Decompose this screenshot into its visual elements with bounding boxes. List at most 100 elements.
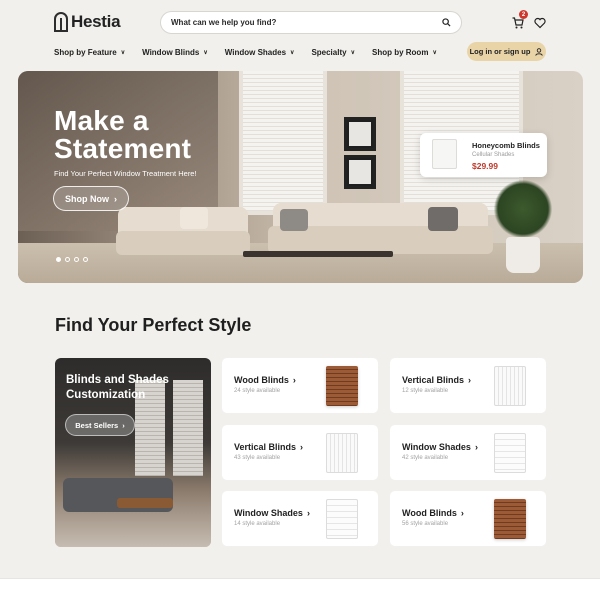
carousel-dot[interactable] xyxy=(83,257,88,262)
style-card-title: Window Shades › xyxy=(402,442,478,452)
cart-button[interactable]: 2 xyxy=(512,10,528,30)
chevron-right-icon: › xyxy=(460,508,464,518)
style-card-count: 24 style available xyxy=(234,388,281,394)
nav-label: Window Shades xyxy=(224,47,287,57)
site-header: Hestia What can we help you find? 2 Shop… xyxy=(0,0,600,66)
pillow xyxy=(280,209,308,231)
plant xyxy=(494,179,552,239)
chevron-right-icon: › xyxy=(474,442,478,452)
style-card-title: Window Shades › xyxy=(234,508,310,518)
feature-window-blind xyxy=(173,380,203,476)
style-card-label: Vertical Blinds xyxy=(234,442,297,452)
hero-title: Make a Statement xyxy=(54,107,191,163)
login-button[interactable]: Log in or sign up xyxy=(467,42,546,61)
nav-window-blinds[interactable]: Window Blinds ∨ xyxy=(142,46,208,58)
style-card-title: Wood Blinds › xyxy=(402,508,464,518)
coffee-table xyxy=(243,251,393,257)
style-card-label: Vertical Blinds xyxy=(402,375,465,385)
product-thumbnail xyxy=(432,139,457,169)
footer-strip xyxy=(0,578,600,600)
style-card-title: Vertical Blinds › xyxy=(234,442,303,452)
product-price: $29.99 xyxy=(472,161,498,171)
carousel-dot[interactable] xyxy=(65,257,70,262)
hero-title-line2: Statement xyxy=(54,133,192,164)
nav-shop-by-feature[interactable]: Shop by Feature ∨ xyxy=(54,46,125,58)
plant-pot xyxy=(506,237,540,273)
cart-count-badge: 2 xyxy=(519,10,528,19)
style-card-vertical-blinds[interactable]: Vertical Blinds › 43 style available xyxy=(222,425,378,480)
hero-banner[interactable]: Make a Statement Find Your Perfect Windo… xyxy=(18,71,583,283)
heart-icon xyxy=(534,17,546,29)
product-name: Honeycomb Blinds xyxy=(472,141,540,150)
product-category: Cellular Shades xyxy=(472,152,515,158)
feature-title-line1: Blinds and Shades xyxy=(66,374,169,386)
brand-name: Hestia xyxy=(71,12,121,31)
main-nav: Shop by Feature ∨ Window Blinds ∨ Window S… xyxy=(54,46,437,58)
feature-card[interactable]: Blinds and Shades Customization Best Sel… xyxy=(55,358,211,547)
style-card-vertical-blinds[interactable]: Vertical Blinds › 12 style available xyxy=(390,358,546,413)
wall-frame xyxy=(344,117,376,151)
style-card-window-shades[interactable]: Window Shades › 14 style available xyxy=(222,491,378,546)
style-card-count: 12 style available xyxy=(402,388,449,394)
style-card-title: Vertical Blinds › xyxy=(402,375,471,385)
best-sellers-button[interactable]: Best Sellers › xyxy=(65,414,135,436)
chevron-down-icon: ∨ xyxy=(350,49,355,56)
feature-table xyxy=(117,498,173,508)
chevron-right-icon: › xyxy=(114,193,117,204)
nav-label: Shop by Feature xyxy=(54,47,117,57)
style-card-label: Window Shades xyxy=(402,442,471,452)
carousel-dot[interactable] xyxy=(56,257,61,262)
hero-title-line1: Make a xyxy=(54,105,149,136)
chevron-right-icon: › xyxy=(306,508,310,518)
sofa-seat xyxy=(116,231,250,255)
shop-now-label: Shop Now xyxy=(65,193,109,204)
nav-specialty[interactable]: Specialty ∨ xyxy=(311,46,355,58)
style-card-wood-blinds[interactable]: Wood Blinds › 56 style available xyxy=(390,491,546,546)
style-card-count: 43 style available xyxy=(234,455,281,461)
carousel-dot[interactable] xyxy=(74,257,79,262)
feature-title: Blinds and Shades Customization xyxy=(66,373,169,403)
chevron-right-icon: › xyxy=(468,375,472,385)
search-input[interactable]: What can we help you find? xyxy=(171,18,442,27)
pillow xyxy=(428,207,458,231)
style-card-count: 56 style available xyxy=(402,521,449,527)
brand-logo[interactable]: Hestia xyxy=(54,12,121,32)
chevron-right-icon: › xyxy=(300,442,304,452)
chevron-down-icon: ∨ xyxy=(290,49,295,56)
chevron-right-icon: › xyxy=(122,420,125,430)
hero-product-card[interactable]: Honeycomb Blinds Cellular Shades $29.99 xyxy=(420,133,547,177)
style-card-wood-blinds[interactable]: Wood Blinds › 24 style available xyxy=(222,358,378,413)
hero-subtitle: Find Your Perfect Window Treatment Here! xyxy=(54,169,197,178)
chevron-right-icon: › xyxy=(292,375,296,385)
wall-frame xyxy=(344,155,376,189)
style-card-label: Window Shades xyxy=(234,508,303,518)
feature-floor xyxy=(55,516,211,547)
style-card-title: Wood Blinds › xyxy=(234,375,296,385)
style-card-window-shades[interactable]: Window Shades › 42 style available xyxy=(390,425,546,480)
search-bar[interactable]: What can we help you find? xyxy=(160,11,462,34)
nav-window-shades[interactable]: Window Shades ∨ xyxy=(225,46,295,58)
pillow xyxy=(180,207,208,229)
chevron-down-icon: ∨ xyxy=(120,49,126,56)
wood-blinds-image xyxy=(494,499,526,539)
nav-shop-by-room[interactable]: Shop by Room ∨ xyxy=(372,46,437,58)
style-card-label: Wood Blinds xyxy=(234,375,289,385)
nav-label: Shop by Room xyxy=(371,47,429,57)
user-icon xyxy=(535,47,544,56)
chevron-down-icon: ∨ xyxy=(432,49,437,56)
carousel-dots xyxy=(56,257,88,262)
feature-title-line2: Customization xyxy=(66,389,146,401)
login-label: Log in or sign up xyxy=(469,47,531,56)
window-shades-image xyxy=(494,433,526,473)
nav-label: Window Blinds xyxy=(142,47,200,57)
shop-now-button[interactable]: Shop Now › xyxy=(53,186,129,211)
hero-window-blind xyxy=(243,71,323,211)
style-card-count: 14 style available xyxy=(234,521,281,527)
wishlist-button[interactable] xyxy=(534,14,550,30)
search-icon[interactable] xyxy=(442,18,451,27)
vertical-blinds-image xyxy=(326,433,358,473)
logo-icon xyxy=(54,12,68,32)
window-shades-image xyxy=(326,499,358,539)
best-sellers-label: Best Sellers xyxy=(75,420,119,430)
style-card-label: Wood Blinds xyxy=(402,508,457,518)
